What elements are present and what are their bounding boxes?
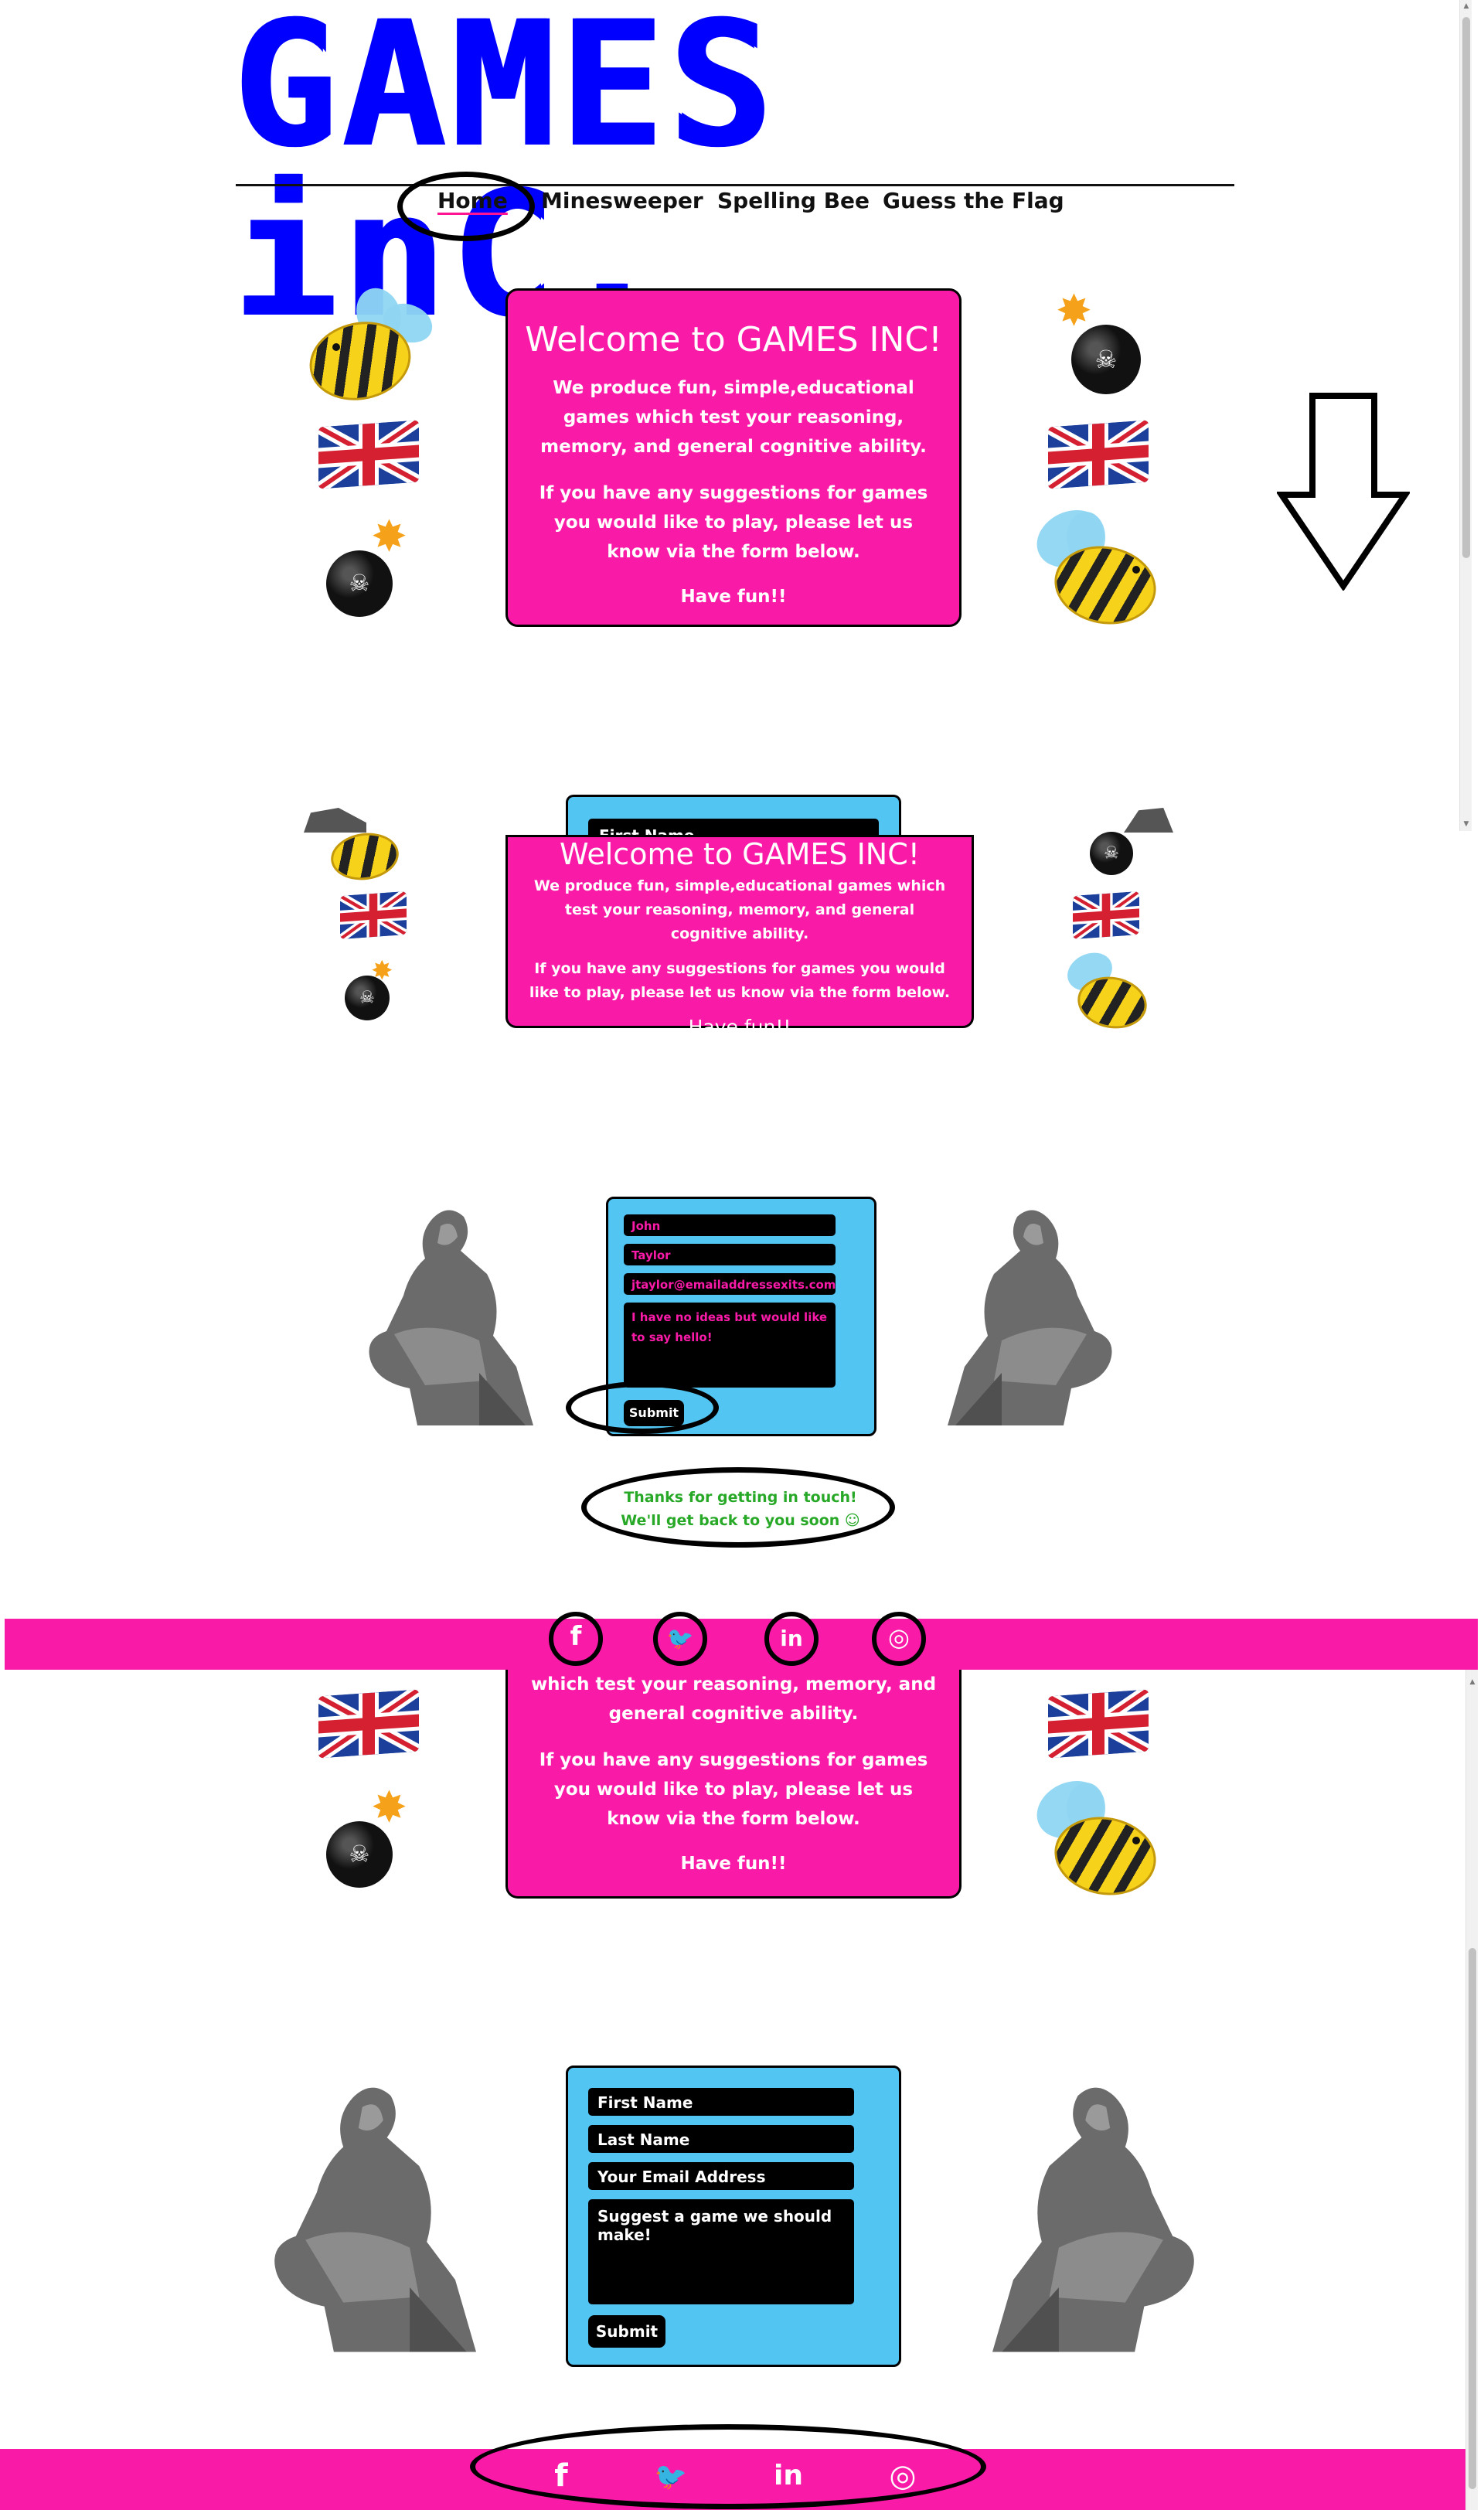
uk-flag-icon — [318, 1689, 419, 1759]
thanks-message: Thanks for getting in touch! We'll get b… — [621, 1489, 860, 1529]
instagram-icon: ◎ — [888, 1623, 910, 1652]
linkedin-icon[interactable]: in — [767, 2460, 810, 2491]
welcome-suggestions: If you have any suggestions for games yo… — [539, 1750, 928, 1829]
twitter-icon[interactable]: 🐦 — [649, 2461, 693, 2492]
message-textarea[interactable]: I have no ideas but would like to say he… — [624, 1303, 836, 1388]
spark-icon: ✸ — [371, 512, 407, 562]
linkedin-link[interactable]: in — [764, 1612, 819, 1666]
linkedin-icon: in — [780, 1626, 803, 1651]
scroll-up-icon[interactable]: ▲ — [1460, 0, 1472, 12]
thinker-statue-image — [274, 2087, 476, 2352]
scrollbar-thumb[interactable] — [1469, 1948, 1476, 2489]
message-textarea[interactable]: Suggest a game we should make! — [588, 2199, 854, 2304]
site-logo: GAMES inC. — [232, 0, 777, 356]
thinker-statue-image — [369, 1210, 533, 1425]
instagram-icon[interactable]: ◎ — [881, 2458, 924, 2494]
welcome-title: Welcome to GAMES INC! — [525, 320, 942, 359]
welcome-card-overlay: Welcome to GAMES INC! We produce fun, si… — [505, 835, 974, 1038]
scroll-down-icon[interactable]: ▼ — [1460, 818, 1472, 830]
bee-icon — [328, 829, 402, 895]
submit-button[interactable]: Submit — [588, 2315, 665, 2348]
page-scrollbar[interactable]: ▲ — [1465, 1670, 1478, 2510]
bee-icon — [1027, 1770, 1162, 1903]
welcome-card: Welcome to GAMES INC! We produce fun, si… — [505, 288, 962, 627]
uk-flag-icon — [1048, 1689, 1149, 1759]
welcome-intro-partial: which test your reasoning, memory, and g… — [530, 1674, 937, 1724]
welcome-title: Welcome to GAMES INC! — [560, 837, 920, 871]
last-name-input[interactable]: Last Name — [588, 2125, 854, 2153]
page-scrollbar[interactable]: ▲ ▼ — [1459, 0, 1472, 831]
email-input[interactable]: Your Email Address — [588, 2162, 854, 2190]
welcome-signoff: Have fun!! — [680, 1854, 787, 1874]
nav-minesweeper-link[interactable]: Minesweeper — [541, 188, 703, 219]
welcome-suggestions: If you have any suggestions for games yo… — [539, 483, 928, 562]
bee-icon — [1061, 945, 1152, 1034]
instagram-link[interactable]: ◎ — [872, 1612, 926, 1666]
footer-bar — [5, 1619, 1478, 1670]
twitter-icon: 🐦 — [666, 1626, 694, 1651]
welcome-intro: We produce fun, simple,educational games… — [533, 877, 946, 942]
bomb-icon: ☠ — [1090, 832, 1133, 875]
spark-icon: ✸ — [1056, 286, 1092, 336]
nav-home-link[interactable]: Home — [437, 188, 508, 219]
thinker-statue-image — [948, 1210, 1112, 1425]
welcome-card-scrolled: which test your reasoning, memory, and g… — [505, 1670, 962, 1899]
thinker-head-peek — [1124, 808, 1173, 833]
bomb-icon: ☠ — [345, 976, 390, 1020]
bee-icon — [1027, 499, 1162, 632]
scrollbar-thumb[interactable] — [1462, 17, 1470, 558]
thinker-head-peek — [304, 808, 366, 833]
header-divider — [236, 184, 1234, 186]
arrow-down-icon — [1277, 393, 1410, 591]
email-input[interactable]: jtaylor@emailaddressexits.com — [624, 1273, 836, 1295]
submit-button[interactable]: Submit — [624, 1400, 684, 1426]
footer-bar — [0, 2449, 1465, 2510]
nav-guess-the-flag-link[interactable]: Guess the Flag — [883, 188, 1064, 219]
welcome-signoff: Have fun!! — [688, 1016, 791, 1038]
uk-flag-icon — [1073, 891, 1139, 940]
uk-flag-icon — [318, 420, 419, 489]
uk-flag-icon — [1048, 420, 1149, 489]
facebook-link[interactable]: f — [549, 1612, 603, 1666]
suggestion-form: First Name Last Name Your Email Address … — [566, 2066, 901, 2367]
uk-flag-icon — [340, 891, 407, 940]
bomb-icon: ☠ — [326, 1821, 393, 1888]
welcome-suggestions: If you have any suggestions for games yo… — [529, 960, 951, 1001]
scroll-up-icon[interactable]: ▲ — [1466, 1676, 1479, 1688]
last-name-input[interactable]: Taylor — [624, 1244, 836, 1265]
welcome-intro: We produce fun, simple,educational games… — [540, 378, 927, 457]
first-name-input[interactable]: John — [624, 1214, 836, 1236]
bee-icon — [302, 281, 438, 410]
first-name-input[interactable]: First Name — [588, 2088, 854, 2116]
welcome-signoff: Have fun!! — [680, 587, 787, 607]
thinker-statue-image — [992, 2087, 1194, 2352]
nav-spelling-bee-link[interactable]: Spelling Bee — [717, 188, 870, 219]
suggestion-form-filled: John Taylor jtaylor@emailaddressexits.co… — [606, 1197, 876, 1436]
facebook-icon: f — [570, 1621, 582, 1652]
twitter-link[interactable]: 🐦 — [653, 1612, 707, 1666]
bomb-icon: ☠ — [1071, 325, 1141, 394]
facebook-icon[interactable]: f — [541, 2458, 581, 2494]
